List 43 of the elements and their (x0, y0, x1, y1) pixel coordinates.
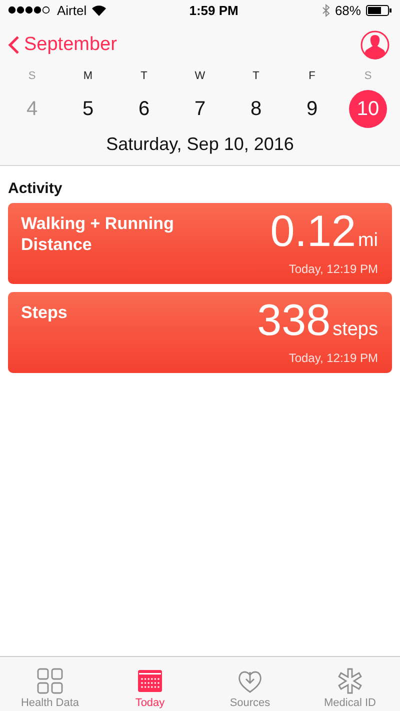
calendar-icon (136, 667, 164, 695)
card-unit: steps (332, 319, 378, 341)
activity-card[interactable]: Walking + Running Distance 0.12 mi Today, 12:19 PM (8, 203, 392, 284)
card-value: 0.12 (270, 207, 356, 257)
back-link[interactable]: September (8, 34, 117, 56)
back-chevron-icon (8, 35, 20, 55)
battery-icon (366, 4, 392, 16)
card-value: 338 (257, 296, 331, 346)
day-button[interactable]: 6 (125, 90, 163, 128)
day-button[interactable]: 4 (13, 90, 51, 128)
signal-icon (8, 6, 52, 14)
day-button[interactable]: 9 (293, 90, 331, 128)
card-time: Today, 12:19 PM (288, 262, 378, 276)
tab-bar-item[interactable]: Medical ID (300, 657, 400, 711)
weekday-letter: M (83, 70, 93, 82)
activity-card[interactable]: Steps 338 steps Today, 12:19 PM (8, 292, 392, 373)
status-time: 1:59 PM (189, 2, 238, 18)
selected-date: Saturday, Sep 10, 2016 (105, 133, 295, 156)
card-title: Walking + Running Distance (21, 213, 175, 256)
card-title: Steps (21, 302, 68, 324)
tab-bar-item[interactable]: Sources (200, 657, 300, 711)
weekday-letter: F (308, 70, 316, 82)
tab-bar-item[interactable]: Health Data (0, 657, 100, 711)
tab-bar-item[interactable]: Today (100, 657, 200, 711)
weekday-letter: T (140, 70, 148, 82)
profile-icon[interactable] (360, 30, 390, 60)
weekday-letter: S (364, 70, 372, 82)
day-button[interactable]: 8 (237, 90, 275, 128)
bluetooth-icon (322, 4, 330, 16)
day-button[interactable]: 10 (349, 90, 387, 128)
carrier-name: Airtel (57, 2, 87, 18)
asterisk-icon (336, 667, 364, 695)
weekday-letter: T (252, 70, 260, 82)
weekday-letter: S (28, 70, 36, 82)
grid-icon (36, 667, 64, 695)
card-time: Today, 12:19 PM (288, 351, 378, 365)
wifi-icon (92, 4, 106, 16)
battery-percent: 68% (334, 2, 361, 18)
weekday-letter: W (194, 70, 206, 82)
section-title: Activity (8, 180, 64, 197)
day-button[interactable]: 5 (69, 90, 107, 128)
card-unit: mi (358, 230, 378, 252)
day-button[interactable]: 7 (181, 90, 219, 128)
